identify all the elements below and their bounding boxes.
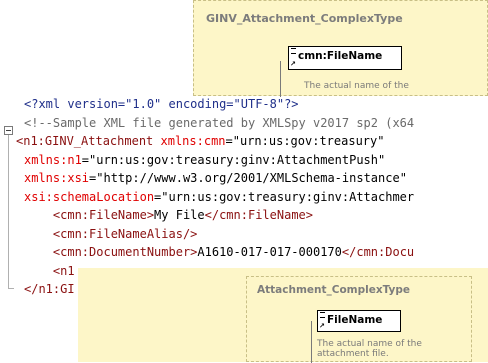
code-line: <!--Sample XML file generated by XMLSpy … [24, 115, 488, 131]
code-token: <cmn:FileNameAlias/> [24, 226, 198, 241]
code-line: <cmn:DocumentNumber>A1610-017-017-000170… [24, 244, 488, 260]
xml-code-view[interactable]: <?xml version="1.0" encoding="UTF-8"?> <!… [0, 96, 488, 304]
code-token: <?xml version="1.0" encoding="UTF-8"?> [24, 97, 299, 111]
code-token: xmlns:xsi [24, 171, 90, 185]
code-token: xsi:schemaLocation [24, 189, 155, 204]
element-arrow-icon: ↗ [319, 322, 325, 330]
code-token: </cmn:FileName> [204, 208, 313, 222]
code-token: </n1:GI [24, 282, 75, 296]
code-token: <!--Sample XML file generated by XMLSpy … [24, 115, 415, 130]
code-token: </cmn:Docu [341, 245, 415, 259]
code-line: <?xml version="1.0" encoding="UTF-8"?> [24, 96, 488, 112]
code-token: My File [154, 208, 205, 222]
element-lines-icon [291, 48, 296, 54]
code-line: <n1:GINV_Attachment xmlns:cmn="urn:us:go… [16, 133, 488, 149]
element-lines-icon [320, 312, 325, 318]
code-token: ="urn:us:gov:treasury" [225, 134, 385, 148]
collapse-toggle-icon[interactable] [4, 126, 13, 135]
code-token: <n1 [24, 263, 75, 278]
bottom-annotation-line-2: attachment file. [317, 349, 389, 359]
top-schema-title: GINV_Attachment_ComplexType [206, 12, 403, 25]
bottom-element-box[interactable]: ↗ FileName [317, 310, 401, 332]
top-connector-line [280, 61, 281, 97]
bottom-connector-line [311, 321, 312, 363]
code-line: <cmn:FileName>My File</cmn:FileName> [24, 207, 488, 223]
element-arrow-icon: ↗ [290, 60, 296, 68]
code-token: ="http://www.w3.org/2001/XMLSchema-insta… [89, 171, 407, 185]
top-element-label: cmn:FileName [298, 50, 383, 62]
bottom-element-label: FileName [327, 314, 383, 326]
code-line: xsi:schemaLocation="urn:us:gov:treasury:… [24, 189, 488, 205]
code-line: <n1 [24, 263, 488, 279]
bottom-annotation-line-1: The actual name of the [317, 339, 422, 349]
code-line: xmlns:xsi="http://www.w3.org/2001/XMLSch… [24, 170, 488, 186]
fold-guide-line [8, 135, 9, 289]
top-schema-diagram: GINV_Attachment_ComplexType ↗ cmn:FileNa… [193, 0, 488, 97]
code-line: xmlns:n1="urn:us:gov:treasury:ginv:Attac… [24, 152, 488, 168]
top-annotation: The actual name of the [304, 81, 409, 91]
code-token: <cmn:DocumentNumber> [24, 245, 198, 259]
code-line: </n1:GI [24, 281, 488, 297]
code-line: <cmn:FileNameAlias/> [24, 226, 488, 242]
top-element-box[interactable]: ↗ cmn:FileName [288, 46, 402, 70]
fold-guide-end [8, 288, 14, 289]
code-token: <n1:GINV_Attachment [16, 134, 161, 148]
code-token: A1610-017-017-000170 [197, 245, 342, 259]
code-token: xmlns:n1 [24, 152, 82, 167]
code-token: <cmn:FileName> [24, 208, 155, 222]
code-token: ="urn:us:gov:treasury:ginv:AttachmentPus… [81, 152, 386, 167]
code-token: xmlns:cmn [160, 134, 226, 148]
code-token: ="urn:us:gov:treasury:ginv:Attachmer [154, 189, 415, 204]
